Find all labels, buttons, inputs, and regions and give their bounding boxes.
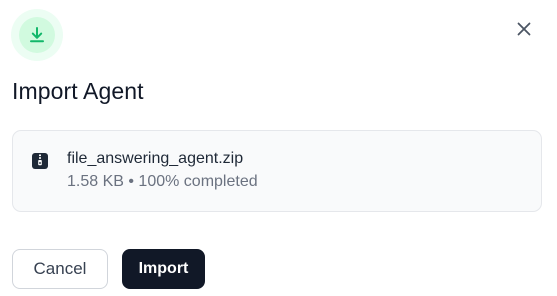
download-icon [30,27,44,43]
header-icon-badge [11,9,63,61]
file-name: file_answering_agent.zip [67,150,244,167]
dialog-title: Import Agent [12,78,144,104]
header-icon-inner [19,17,55,53]
file-meta: 1.58 KB • 100% completed [67,173,258,190]
import-button[interactable]: Import [122,249,205,289]
close-button[interactable] [510,15,538,43]
zip-file-icon [32,153,48,169]
cancel-button[interactable]: Cancel [12,249,108,289]
close-icon [517,22,531,36]
file-card: file_answering_agent.zip 1.58 KB • 100% … [12,130,542,212]
import-agent-dialog: Import Agent file_answering_agent.zip 1.… [0,0,557,296]
